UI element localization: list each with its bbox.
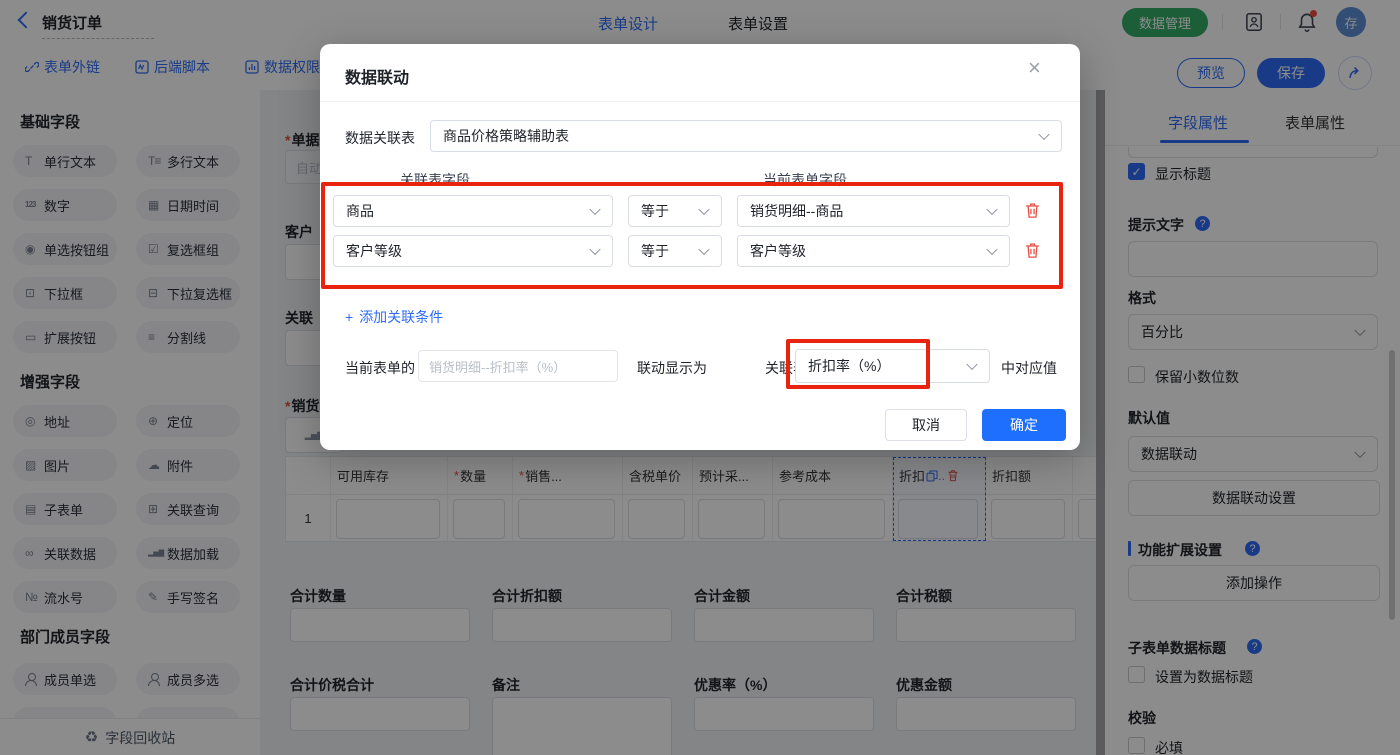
cancel-button[interactable]: 取消	[885, 409, 967, 441]
current-form-label: 当前表单的	[345, 360, 415, 376]
current-field-input[interactable]: 销货明细--折扣率（%）	[418, 350, 618, 382]
dialog-title: 数据联动	[345, 70, 410, 87]
related-table-select[interactable]: 商品价格策略辅助表	[430, 120, 1062, 152]
annotation-rect-display-field	[786, 339, 930, 389]
dialog-header-divider	[320, 101, 1080, 102]
display-as-label: 联动显示为	[637, 360, 707, 376]
add-condition-link[interactable]: + 添加关联条件	[345, 307, 443, 327]
plus-icon: +	[345, 309, 354, 325]
annotation-rect-conditions	[321, 182, 1063, 289]
related-table-label: 数据关联表	[345, 130, 415, 146]
corresponding-value-label: 中对应值	[1001, 360, 1057, 376]
close-icon[interactable]: ×	[1028, 57, 1041, 79]
confirm-button[interactable]: 确定	[982, 409, 1066, 441]
